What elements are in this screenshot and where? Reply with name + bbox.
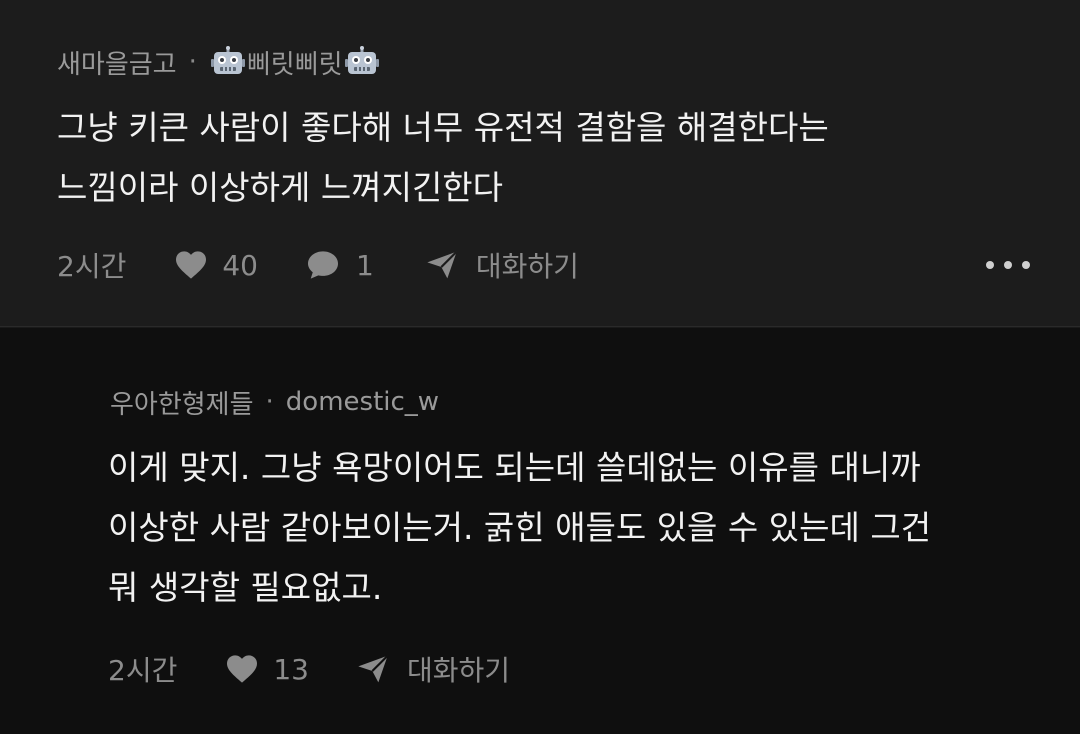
- comment-author-row: 새마을금고 · 삐릿삐릿: [57, 42, 381, 82]
- reply-button[interactable]: 대화하기: [357, 649, 510, 689]
- comment-body: 그냥 키큰 사람이 좋다해 너무 유전적 결함을 해결한다는 느낌이라 이상하게…: [57, 98, 829, 218]
- comment-line: 이게 맞지. 그냥 욕망이어도 되는데 쓸데없는 이유를 대니까: [108, 448, 921, 487]
- comment-author-company[interactable]: 우아한형제들: [110, 384, 254, 421]
- speech-bubble-icon: [307, 251, 338, 279]
- more-dots-icon: [1004, 261, 1012, 269]
- comment-author-row: 우아한형제들 · domestic_w: [110, 382, 439, 422]
- comment-timestamp: 2시간: [108, 654, 178, 687]
- heart-icon: [176, 251, 207, 279]
- author-separator: ·: [265, 387, 274, 417]
- robot-icon: [210, 46, 245, 74]
- reply-button-label: 대화하기: [475, 250, 579, 283]
- comment-line: 느낌이라 이상하게 느껴지긴한다: [57, 168, 504, 207]
- replies-button[interactable]: 1: [306, 249, 374, 282]
- comment-author-company[interactable]: 새마을금고: [57, 44, 177, 81]
- comment-author-nickname[interactable]: domestic_w: [286, 387, 439, 417]
- heart-icon: [227, 655, 258, 683]
- like-count: 13: [273, 652, 309, 686]
- like-button[interactable]: 40: [174, 249, 258, 282]
- reply-comment-card: 우아한형제들 · domestic_w 이게 맞지. 그냥 욕망이어도 되는데 …: [0, 328, 1080, 734]
- comment-actions: 2시간 13 대화하기: [108, 647, 510, 691]
- reply-button[interactable]: 대화하기: [426, 245, 579, 285]
- reply-count: 1: [355, 248, 374, 282]
- author-separator: ·: [188, 47, 197, 77]
- like-button[interactable]: 13: [225, 653, 309, 686]
- like-count: 40: [222, 248, 258, 282]
- comment-line: 이상한 사람 같아보이는거. 굵힌 애들도 있을 수 있는데 그건: [108, 508, 932, 547]
- send-icon: [358, 654, 389, 683]
- reply-button-label: 대화하기: [406, 654, 511, 687]
- comment-card: 새마을금고 · 삐릿삐릿 그냥 키큰 사람이 좋다해 너무 유전적 결함을 해결…: [0, 0, 1080, 327]
- more-dots-icon: [986, 261, 994, 269]
- comment-line: 뭐 생각할 필요없고.: [108, 568, 383, 607]
- robot-icon: [344, 46, 379, 74]
- comment-line: 그냥 키큰 사람이 좋다해 너무 유전적 결함을 해결한다는: [57, 108, 829, 147]
- comment-actions: 2시간 40 1 대화하기: [57, 243, 579, 287]
- more-options-button[interactable]: [986, 250, 1030, 280]
- comment-body: 이게 맞지. 그냥 욕망이어도 되는데 쓸데없는 이유를 대니까 이상한 사람 …: [108, 438, 931, 618]
- more-dots-icon: [1022, 261, 1030, 269]
- send-icon: [427, 250, 458, 279]
- comment-author-nickname[interactable]: 삐릿삐릿: [247, 44, 343, 81]
- comment-timestamp: 2시간: [57, 250, 127, 283]
